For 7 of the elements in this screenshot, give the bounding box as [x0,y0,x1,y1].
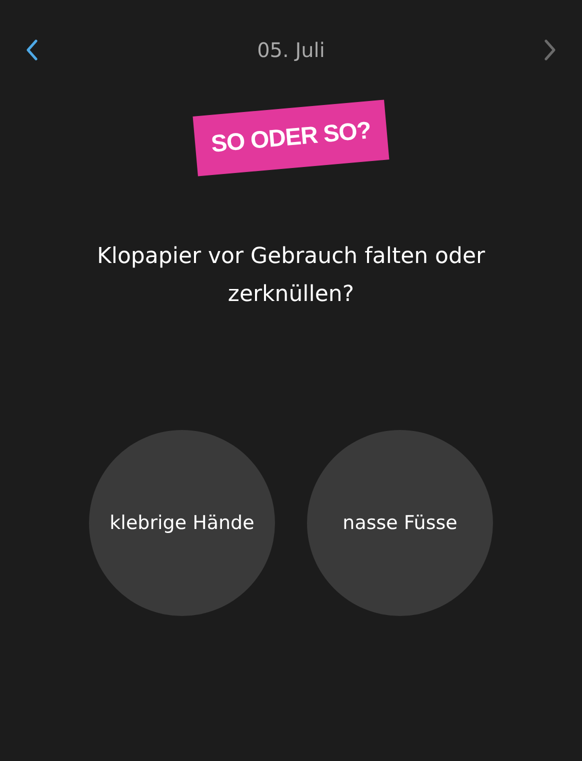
date-title: 05. Juli [257,37,325,64]
chevron-right-icon [542,39,557,61]
answer-option[interactable]: klebrige Hände [89,430,275,616]
question-text: Klopapier vor Gebrauch falten oder zerknüllen? [96,243,486,309]
answer-option[interactable]: nasse Füsse [307,430,493,616]
chevron-left-icon [25,39,39,61]
category-badge: SO ODER SO? [192,100,390,176]
